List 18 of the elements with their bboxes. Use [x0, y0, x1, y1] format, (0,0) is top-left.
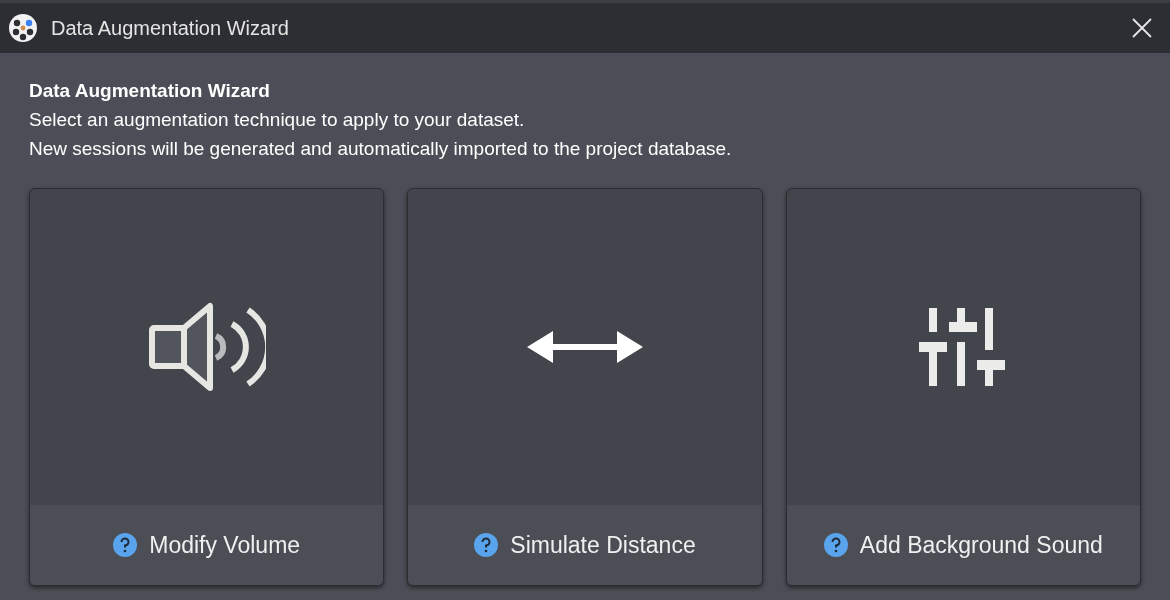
dialog-heading: Data Augmentation Wizard — [29, 79, 271, 103]
option-card[interactable]: Modify Volume — [29, 188, 385, 586]
option-label: Modify Volume — [149, 530, 301, 560]
close-icon — [1132, 18, 1152, 38]
help-icon[interactable] — [474, 533, 499, 557]
window-title: Data Augmentation Wizard — [51, 16, 289, 41]
help-icon[interactable] — [823, 533, 848, 557]
description-text: Select an augmentation technique to apply to your dataset. — [29, 108, 526, 132]
help-icon[interactable] — [113, 533, 138, 557]
option-card[interactable]: Add Background Sound — [785, 188, 1141, 586]
sliders-icon — [919, 308, 1008, 386]
option-label: Add Background Sound — [859, 530, 1103, 560]
option-card[interactable]: Simulate Distance — [407, 188, 763, 586]
speaker-icon — [147, 300, 266, 394]
double-arrow-icon — [527, 331, 643, 363]
option-label: Simulate Distance — [510, 530, 696, 560]
description-text: New sessions will be generated and automatically imported to the project database. — [29, 137, 733, 161]
app-logo-icon — [8, 13, 38, 43]
